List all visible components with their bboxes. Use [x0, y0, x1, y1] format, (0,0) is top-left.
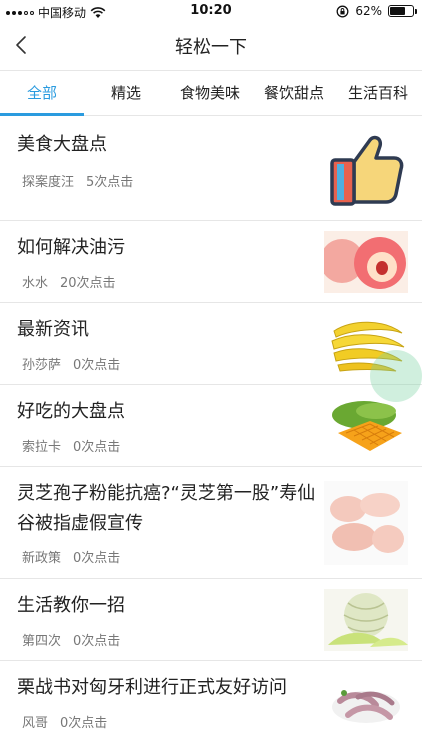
- article-meta: 索拉卡 0次点击: [22, 436, 120, 455]
- status-bar: 中国移动 10:20 62%: [0, 0, 422, 22]
- article-title: 好吃的大盘点: [17, 401, 125, 422]
- category-tabs: 全部 精选 食物美味 餐饮甜点 生活百科: [0, 70, 422, 116]
- tab-featured[interactable]: 精选: [84, 71, 168, 115]
- list-item[interactable]: 灵芝孢子粉能抗癌?“灵芝第一股”寿仙谷被指虚假宣传 新政策 0次点击: [0, 467, 422, 579]
- article-clicks: 0次点击: [73, 634, 121, 649]
- article-author: 探案度汪: [22, 175, 75, 190]
- article-author: 索拉卡: [22, 440, 62, 455]
- rotation-lock-icon: [336, 5, 349, 17]
- article-author: 水水: [22, 276, 49, 291]
- article-clicks: 5次点击: [86, 175, 134, 190]
- article-clicks: 0次点击: [60, 716, 108, 731]
- thumbs-up-icon: [330, 135, 404, 206]
- article-author: 新政策: [22, 551, 62, 566]
- article-title: 栗战书对匈牙利进行正式友好访问: [17, 677, 287, 698]
- tab-dessert[interactable]: 餐饮甜点: [252, 71, 336, 115]
- battery-percent: 62%: [355, 4, 382, 18]
- article-clicks: 0次点击: [73, 440, 121, 455]
- article-title: 如何解决油污: [17, 237, 125, 258]
- article-meta: 水水 20次点击: [22, 272, 116, 291]
- melon-image: [324, 589, 408, 651]
- list-item[interactable]: 最新资讯 孙莎萨 0次点击: [0, 303, 422, 385]
- article-meta: 探案度汪 5次点击: [22, 171, 133, 190]
- article-meta: 新政策 0次点击: [22, 547, 120, 566]
- article-meta: 风哥 0次点击: [22, 712, 107, 731]
- article-author: 第四次: [22, 634, 62, 649]
- tab-food[interactable]: 食物美味: [168, 71, 252, 115]
- article-author: 孙莎萨: [22, 358, 62, 373]
- article-clicks: 0次点击: [73, 551, 121, 566]
- article-title: 最新资讯: [17, 319, 89, 340]
- page-title: 轻松一下: [175, 37, 247, 58]
- peach-image: [324, 231, 408, 293]
- list-item[interactable]: 如何解决油污 水水 20次点击: [0, 221, 422, 303]
- list-item[interactable]: 好吃的大盘点 索拉卡 0次点击: [0, 385, 422, 467]
- list-item[interactable]: 美食大盘点 探案度汪 5次点击: [0, 116, 422, 221]
- floating-touch-indicator: [370, 350, 422, 402]
- nav-bar: 轻松一下: [0, 22, 422, 68]
- article-title: 灵芝孢子粉能抗癌?“灵芝第一股”寿仙谷被指虚假宣传: [17, 483, 316, 534]
- tab-all[interactable]: 全部: [0, 71, 84, 116]
- status-right: 62%: [336, 4, 417, 18]
- article-list: 美食大盘点 探案度汪 5次点击 如何解决油污 水水 20次点击 最新资讯 孙莎萨 0次…: [0, 116, 422, 749]
- list-item[interactable]: 生活教你一招 第四次 0次点击: [0, 579, 422, 661]
- article-clicks: 0次点击: [73, 358, 121, 373]
- article-meta: 第四次 0次点击: [22, 630, 120, 649]
- mango-image: [324, 395, 408, 457]
- article-clicks: 20次点击: [60, 276, 116, 291]
- shrimp-image: [324, 673, 408, 735]
- tab-life-tips[interactable]: 生活百科: [336, 71, 420, 115]
- article-meta: 孙莎萨 0次点击: [22, 354, 120, 373]
- article-title: 美食大盘点: [17, 134, 107, 155]
- list-item[interactable]: 栗战书对匈牙利进行正式友好访问 风哥 0次点击: [0, 661, 422, 749]
- article-title: 生活教你一招: [17, 595, 125, 616]
- battery-icon: [388, 5, 417, 17]
- chicken-wings-image: [324, 481, 408, 565]
- article-author: 风哥: [22, 716, 49, 731]
